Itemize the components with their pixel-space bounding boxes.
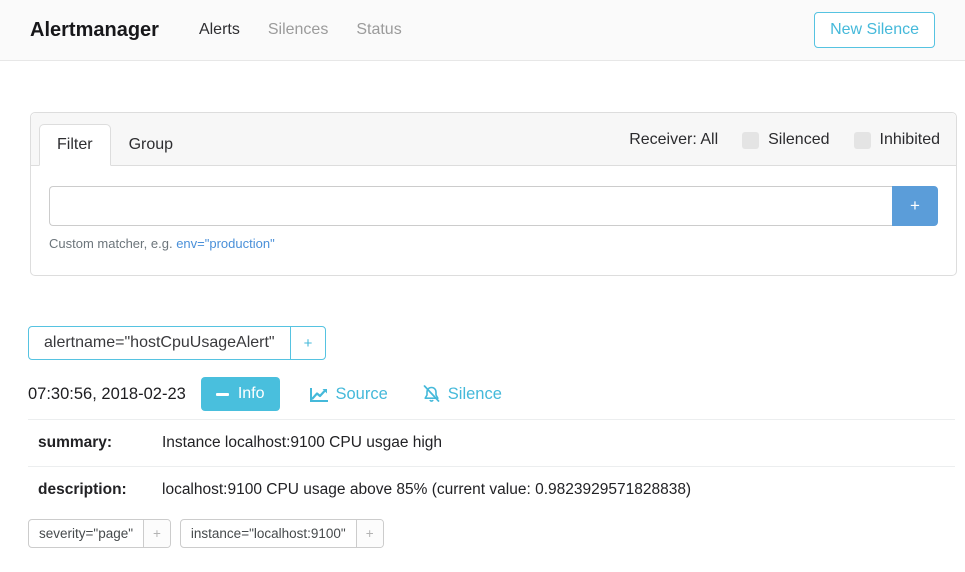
matcher-input-group: + (49, 186, 938, 226)
filter-card-body: + Custom matcher, e.g. env="production" (31, 166, 956, 275)
alert-labels: severity="page" + instance="localhost:91… (28, 519, 965, 548)
filter-header-controls: Receiver: All Silenced Inhibited (629, 131, 940, 149)
annotation-value: localhost:9100 CPU usage above 85% (curr… (162, 480, 691, 500)
matcher-input[interactable] (49, 186, 892, 226)
annotation-value: Instance localhost:9100 CPU usgae high (162, 433, 442, 453)
matcher-help-example-link[interactable]: env="production" (176, 236, 275, 251)
alert-silence-link-label: Silence (448, 385, 502, 404)
inhibited-checkbox-label: Inhibited (880, 131, 941, 149)
tab-group[interactable]: Group (111, 124, 191, 166)
alert-row: 07:30:56, 2018-02-23 Info Source Silence (28, 377, 965, 411)
nav-link-alerts[interactable]: Alerts (199, 21, 240, 39)
alert-source-link-label: Source (336, 385, 388, 404)
matcher-help-text: Custom matcher, e.g. env="production" (49, 236, 938, 251)
group-filter-chip-add-button[interactable]: + (290, 327, 326, 359)
alert-timestamp: 07:30:56, 2018-02-23 (28, 385, 186, 404)
label-chip-add-button[interactable]: + (143, 520, 170, 547)
nav-links: Alerts Silences Status (199, 21, 402, 39)
label-chip-severity: severity="page" + (28, 519, 171, 548)
tab-filter[interactable]: Filter (39, 124, 111, 166)
label-chip-add-button[interactable]: + (356, 520, 383, 547)
bell-slash-icon (422, 385, 441, 403)
alert-info-button[interactable]: Info (201, 377, 280, 411)
silenced-checkbox-group[interactable]: Silenced (742, 131, 829, 149)
inhibited-checkbox[interactable] (854, 132, 871, 149)
chart-icon (310, 386, 329, 403)
navbar: Alertmanager Alerts Silences Status New … (0, 0, 965, 61)
app-brand[interactable]: Alertmanager (30, 19, 159, 42)
annotation-row-description: description: localhost:9100 CPU usage ab… (28, 466, 955, 513)
add-matcher-button[interactable]: + (892, 186, 938, 226)
matcher-help-label: Custom matcher, e.g. (49, 236, 173, 251)
minus-icon (216, 393, 229, 396)
filter-card: Filter Group Receiver: All Silenced Inhi… (30, 112, 957, 276)
alert-info-button-label: Info (238, 385, 265, 403)
alert-source-link[interactable]: Source (310, 385, 388, 404)
inhibited-checkbox-group[interactable]: Inhibited (854, 131, 941, 149)
filter-card-header: Filter Group Receiver: All Silenced Inhi… (31, 113, 956, 166)
receiver-selector[interactable]: Receiver: All (629, 131, 718, 149)
group-filter-chip: alertname="hostCpuUsageAlert" + (28, 326, 326, 360)
filter-tabs: Filter Group (39, 124, 191, 166)
label-chip-instance: instance="localhost:9100" + (180, 519, 384, 548)
annotation-key: summary: (38, 433, 162, 453)
nav-link-status[interactable]: Status (356, 21, 401, 39)
label-chip-text: instance="localhost:9100" (181, 520, 356, 547)
annotation-key: description: (38, 480, 162, 500)
silenced-checkbox[interactable] (742, 132, 759, 149)
silenced-checkbox-label: Silenced (768, 131, 829, 149)
nav-link-silences[interactable]: Silences (268, 21, 328, 39)
annotation-row-summary: summary: Instance localhost:9100 CPU usg… (28, 419, 955, 466)
new-silence-button[interactable]: New Silence (814, 12, 935, 48)
group-filter-chip-text: alertname="hostCpuUsageAlert" (29, 327, 290, 359)
annotations-table: summary: Instance localhost:9100 CPU usg… (28, 419, 955, 513)
label-chip-text: severity="page" (29, 520, 143, 547)
alert-silence-link[interactable]: Silence (422, 385, 502, 404)
